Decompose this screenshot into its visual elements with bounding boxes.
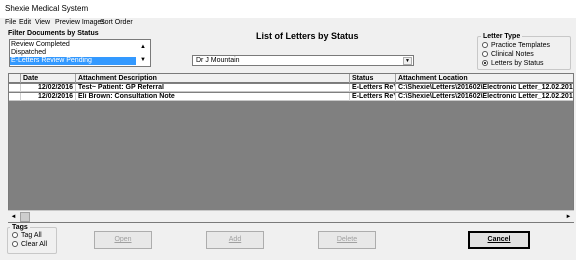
add-button[interactable]: Add xyxy=(206,231,264,249)
filter-status-listbox[interactable]: Review Completed Dispatched E-Letters Re… xyxy=(9,39,151,67)
scroll-up-icon[interactable]: ▲ xyxy=(138,43,148,51)
window-title: Shexie Medical System xyxy=(5,4,89,13)
delete-button[interactable]: Delete xyxy=(318,231,376,249)
add-button-label: Add xyxy=(228,236,242,243)
column-header-date[interactable]: Date xyxy=(21,74,76,83)
menu-view[interactable]: View xyxy=(35,19,50,26)
list-title: List of Letters by Status xyxy=(256,31,359,41)
open-button-label: Open xyxy=(114,236,132,243)
cell-date: 12/02/2016 xyxy=(21,93,76,101)
column-header-description[interactable]: Attachment Description xyxy=(76,74,350,83)
menu-preview-images[interactable]: Preview Images xyxy=(55,19,105,26)
cell-date: 12/02/2016 xyxy=(21,84,76,92)
doctor-select[interactable]: Dr J Mountain ▼ xyxy=(192,55,414,66)
radio-selected-icon xyxy=(482,60,488,66)
letter-type-label: Letter Type xyxy=(483,33,521,40)
open-button[interactable]: Open xyxy=(94,231,152,249)
table-row[interactable]: 12/02/2016 Test~ Patient: GP Referral E-… xyxy=(9,84,574,92)
menu-sort-order[interactable]: Sort Order xyxy=(100,19,133,26)
row-selector[interactable] xyxy=(9,84,21,92)
grid-header: Date Attachment Description Status Attac… xyxy=(9,74,573,83)
cell-description: Test~ Patient: GP Referral xyxy=(76,84,350,92)
cell-location: C:\Shexie\Letters\201602\Electronic Lett… xyxy=(398,93,574,100)
filter-option-review-completed[interactable]: Review Completed xyxy=(10,41,136,49)
tags-group: Tags Tag All Clear All xyxy=(7,224,57,254)
cell-location: C:\Shexie\Letters\201602\Electronic Lett… xyxy=(398,84,574,91)
radio-icon xyxy=(12,241,18,247)
grid-horizontal-scrollbar[interactable]: ◄ ► xyxy=(8,210,574,222)
scroll-thumb[interactable] xyxy=(20,212,30,222)
radio-icon xyxy=(482,51,488,57)
table-row[interactable]: 12/02/2016 Eli Brown: Consultation Note … xyxy=(9,93,574,101)
letters-grid[interactable]: Date Attachment Description Status Attac… xyxy=(8,73,574,223)
letter-type-group: Letter Type Practice Templates Clinical … xyxy=(477,33,571,70)
filter-option-e-letters-review-pending[interactable]: E-Letters Review Pending xyxy=(10,57,136,65)
scroll-right-icon[interactable]: ► xyxy=(563,212,574,222)
radio-tag-all[interactable]: Tag All xyxy=(12,232,42,240)
radio-clear-all-label: Clear All xyxy=(21,241,48,248)
row-selector-header xyxy=(9,74,21,83)
menu-edit[interactable]: Edit xyxy=(19,19,31,26)
filter-label: Filter Documents by Status xyxy=(8,30,99,37)
radio-icon xyxy=(482,42,488,48)
radio-tag-all-label: Tag All xyxy=(21,232,42,239)
doctor-select-value: Dr J Mountain xyxy=(196,57,240,64)
row-selector[interactable] xyxy=(9,93,21,101)
title-bar: Shexie Medical System xyxy=(0,0,576,18)
chevron-down-icon[interactable]: ▼ xyxy=(403,57,412,65)
column-header-status[interactable]: Status xyxy=(350,74,396,83)
radio-icon xyxy=(12,232,18,238)
cancel-button-label: Cancel xyxy=(487,236,511,243)
delete-button-label: Delete xyxy=(336,236,358,243)
menu-file[interactable]: File xyxy=(5,19,16,26)
radio-clinical-notes-label: Clinical Notes xyxy=(491,51,534,58)
radio-clear-all[interactable]: Clear All xyxy=(12,241,47,249)
column-header-location[interactable]: Attachment Location xyxy=(396,74,573,83)
filter-option-dispatched[interactable]: Dispatched xyxy=(10,49,136,57)
scroll-left-icon[interactable]: ◄ xyxy=(8,212,19,222)
cell-status: E-Letters Re’ xyxy=(352,93,396,101)
tags-label: Tags xyxy=(12,224,28,231)
radio-letters-by-status[interactable]: Letters by Status xyxy=(482,60,544,68)
menu-bar: File Edit View Preview Images Sort Order xyxy=(0,19,576,29)
radio-clinical-notes[interactable]: Clinical Notes xyxy=(482,51,534,59)
scroll-down-icon[interactable]: ▼ xyxy=(138,56,148,64)
cancel-button[interactable]: Cancel xyxy=(468,231,530,249)
radio-practice-templates[interactable]: Practice Templates xyxy=(482,42,550,50)
cell-status: E-Letters Re’ xyxy=(352,84,396,92)
radio-letters-by-status-label: Letters by Status xyxy=(491,60,544,67)
radio-practice-templates-label: Practice Templates xyxy=(491,42,551,49)
cell-description: Eli Brown: Consultation Note xyxy=(76,93,350,101)
